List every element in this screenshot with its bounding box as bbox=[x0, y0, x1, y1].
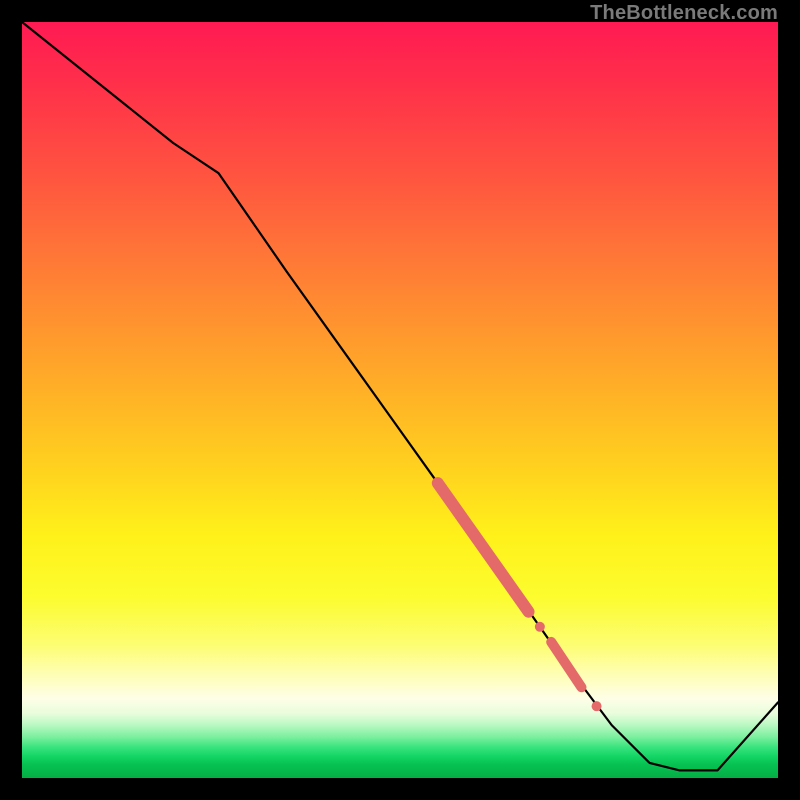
marker-thick-segment bbox=[438, 483, 529, 612]
marker-dot bbox=[535, 622, 545, 632]
chart-stage: TheBottleneck.com bbox=[0, 0, 800, 800]
watermark-text: TheBottleneck.com bbox=[590, 2, 778, 25]
chart-line bbox=[22, 22, 778, 770]
marker-short-segment bbox=[551, 642, 581, 687]
marker-dot bbox=[592, 701, 602, 711]
chart-svg bbox=[22, 22, 778, 778]
